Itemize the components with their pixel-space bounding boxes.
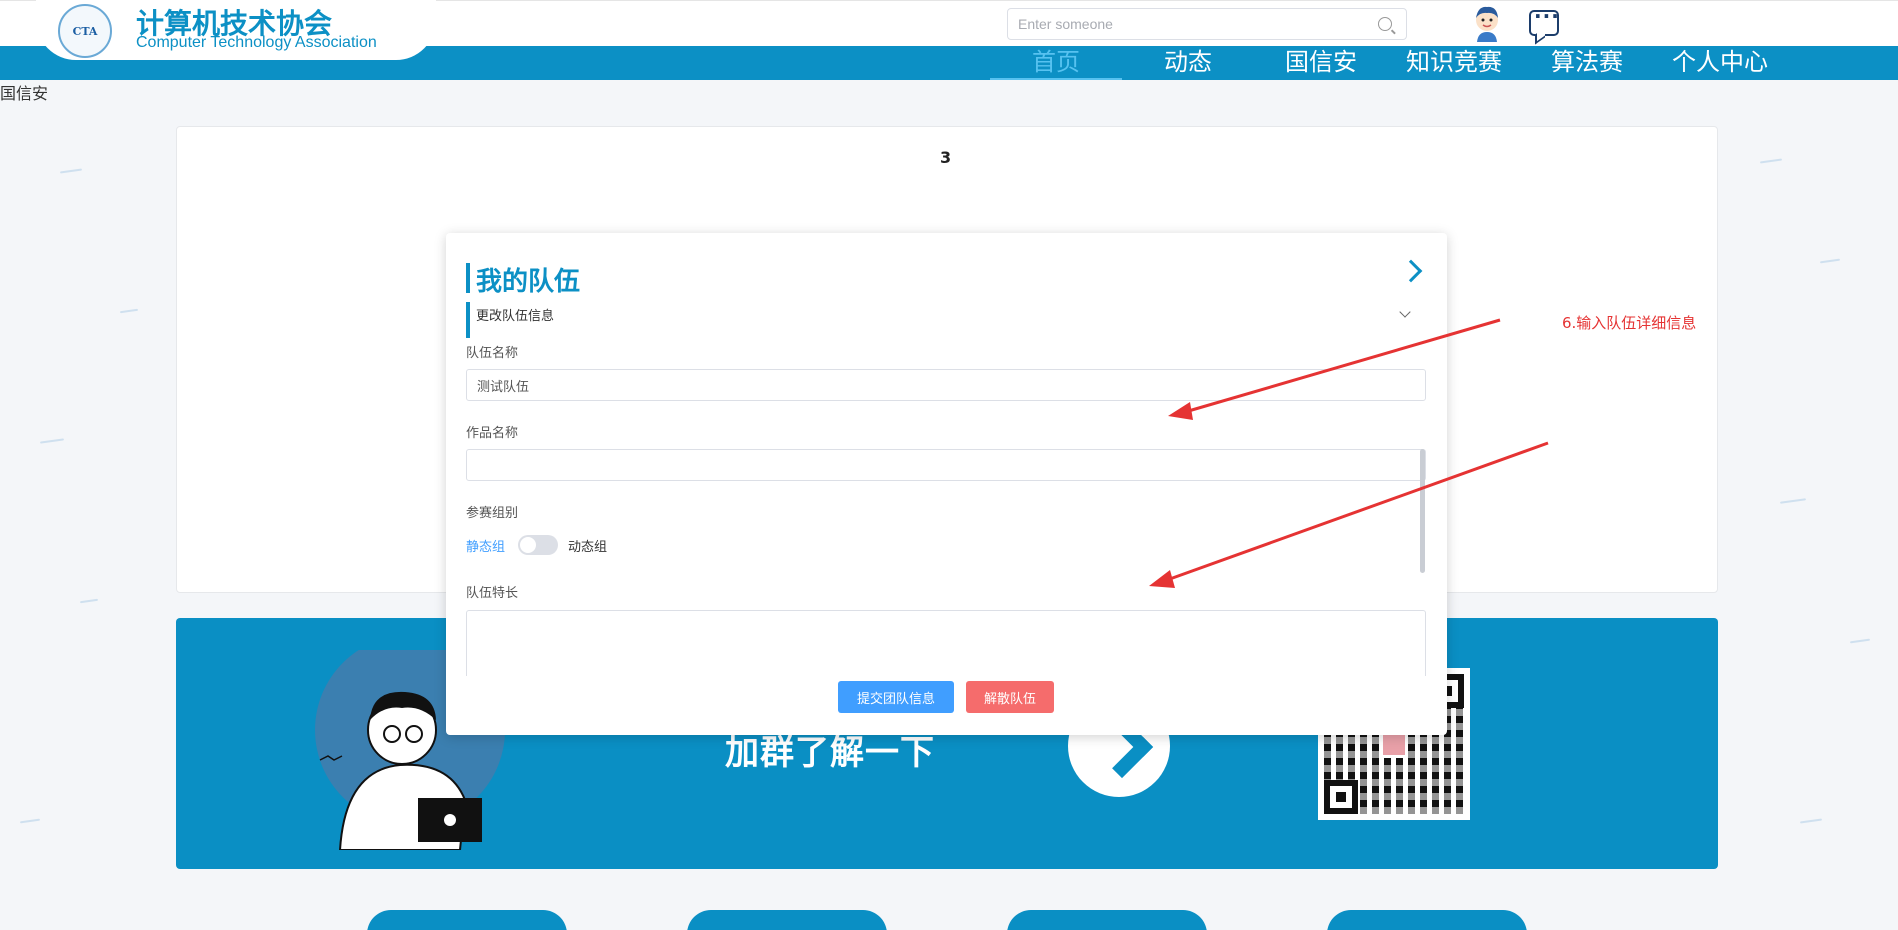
group-label: 参赛组别 <box>466 506 519 521</box>
nav-item-guoxinan[interactable]: 国信安 <box>1255 46 1387 80</box>
page-label: 国信安 <box>0 84 49 103</box>
message-icon[interactable] <box>1529 4 1560 36</box>
background-decoration <box>1849 638 1871 644</box>
section-accent <box>466 302 470 338</box>
team-specialty-textarea[interactable] <box>466 610 1426 676</box>
work-name-input[interactable] <box>466 449 1426 481</box>
bottom-tab[interactable] <box>367 910 567 930</box>
chevron-down-icon[interactable] <box>1399 306 1411 318</box>
background-decoration <box>1799 818 1823 824</box>
nav-item-algorithm-contest[interactable]: 算法赛 <box>1521 46 1653 80</box>
dynamic-group-option[interactable]: 动态组 <box>568 536 607 555</box>
nav-item-news[interactable]: 动态 <box>1122 46 1254 80</box>
static-group-option[interactable]: 静态组 <box>466 536 505 555</box>
nav-item-personal-center[interactable]: 个人中心 <box>1654 46 1786 80</box>
background-decoration <box>79 598 99 604</box>
section-title[interactable]: 更改队伍信息 <box>476 305 554 324</box>
nav-item-knowledge-contest[interactable]: 知识竞赛 <box>1388 46 1520 80</box>
work-name-label: 作品名称 <box>466 426 519 441</box>
association-logo-badge: CTA <box>58 4 112 58</box>
search-input[interactable] <box>1018 10 1378 38</box>
logo[interactable]: CTA 计算机技术协会 Computer Technology Associat… <box>36 0 436 60</box>
background-decoration <box>119 308 139 314</box>
dissolve-team-button[interactable]: 解散队伍 <box>966 681 1054 713</box>
annotation-text: 6.输入队伍详细信息 <box>1562 314 1697 332</box>
search-icon[interactable] <box>1378 17 1392 31</box>
bottom-tab[interactable] <box>1327 910 1527 930</box>
team-specialty-label: 队伍特长 <box>466 586 519 601</box>
team-name-label: 队伍名称 <box>466 346 519 361</box>
background-decoration <box>39 438 65 444</box>
group-toggle-switch[interactable] <box>518 535 558 555</box>
title-accent <box>466 263 470 293</box>
background-decoration <box>1819 258 1841 264</box>
chevron-right-icon[interactable] <box>1399 259 1423 283</box>
background-decoration <box>19 818 41 824</box>
scrollbar[interactable] <box>1420 449 1425 573</box>
logo-title-en: Computer Technology Association <box>136 34 377 51</box>
nav-item-home[interactable]: 首页 <box>990 46 1122 80</box>
team-name-input[interactable] <box>466 369 1426 401</box>
background-decoration <box>1779 498 1807 504</box>
search-box[interactable] <box>1007 8 1407 40</box>
bottom-tab[interactable] <box>1007 910 1207 930</box>
background-decoration <box>59 168 83 174</box>
background-decoration <box>1759 158 1783 164</box>
submit-team-button[interactable]: 提交团队信息 <box>838 681 954 713</box>
my-team-dialog: 我的队伍 更改队伍信息 队伍名称 作品名称 参赛组别 静态组 动态组 队伍特长 … <box>446 233 1447 735</box>
bottom-tab[interactable] <box>687 910 887 930</box>
dialog-title: 我的队伍 <box>476 267 581 297</box>
carousel-indicator: 3 <box>940 148 952 167</box>
user-avatar-icon[interactable] <box>1470 4 1504 42</box>
